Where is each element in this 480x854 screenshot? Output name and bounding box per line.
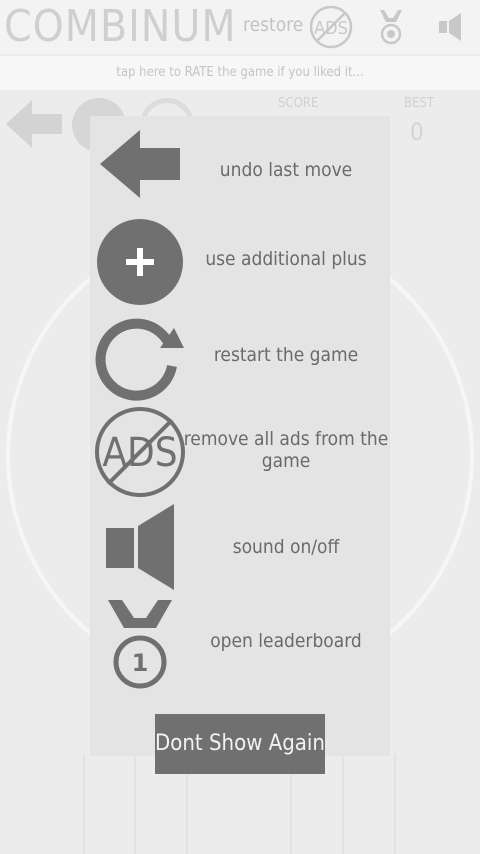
help-item-label: open leaderboard	[210, 630, 362, 652]
restart-icon	[95, 318, 184, 401]
top-bar: COMBINUM restore ADS	[0, 0, 480, 54]
help-item-label: undo last move	[219, 159, 353, 181]
help-item: undo last move	[90, 122, 390, 202]
undo-arrow-icon	[100, 130, 180, 198]
dont-show-again-button[interactable]: Dont Show Again	[155, 714, 325, 774]
restore-button[interactable]: restore	[243, 14, 303, 36]
medal-icon: 1	[108, 600, 172, 689]
help-item-label: remove all ads from the game	[183, 428, 389, 472]
help-item: ADS remove all ads from the game	[90, 404, 390, 500]
help-item: use additional plus	[90, 214, 390, 306]
score-label: SCORE	[278, 96, 319, 111]
help-item-label: use additional plus	[205, 248, 367, 270]
best-value: 0	[410, 118, 424, 146]
app-logo: COMBINUM	[4, 1, 237, 52]
help-item: 1 open leaderboard	[90, 596, 390, 690]
rate-game-banner[interactable]: tap here to RATE the game if you liked i…	[0, 56, 480, 90]
leaderboard-medal-icon[interactable]	[376, 8, 406, 46]
svg-text:1: 1	[132, 649, 149, 677]
help-item: sound on/off	[90, 502, 390, 592]
help-item-label: sound on/off	[232, 536, 340, 558]
help-panel: undo last move use additional plus resta…	[90, 116, 390, 756]
help-item: restart the game	[90, 310, 390, 402]
sound-icon[interactable]	[437, 12, 465, 42]
no-ads-icon: ADS	[95, 407, 185, 497]
best-label: BEST	[404, 96, 434, 111]
speaker-icon	[106, 504, 174, 590]
plus-circle-icon	[97, 219, 183, 305]
background-undo-icon	[6, 100, 62, 148]
no-ads-icon[interactable]: ADS	[308, 4, 354, 50]
help-item-label: restart the game	[213, 344, 359, 366]
